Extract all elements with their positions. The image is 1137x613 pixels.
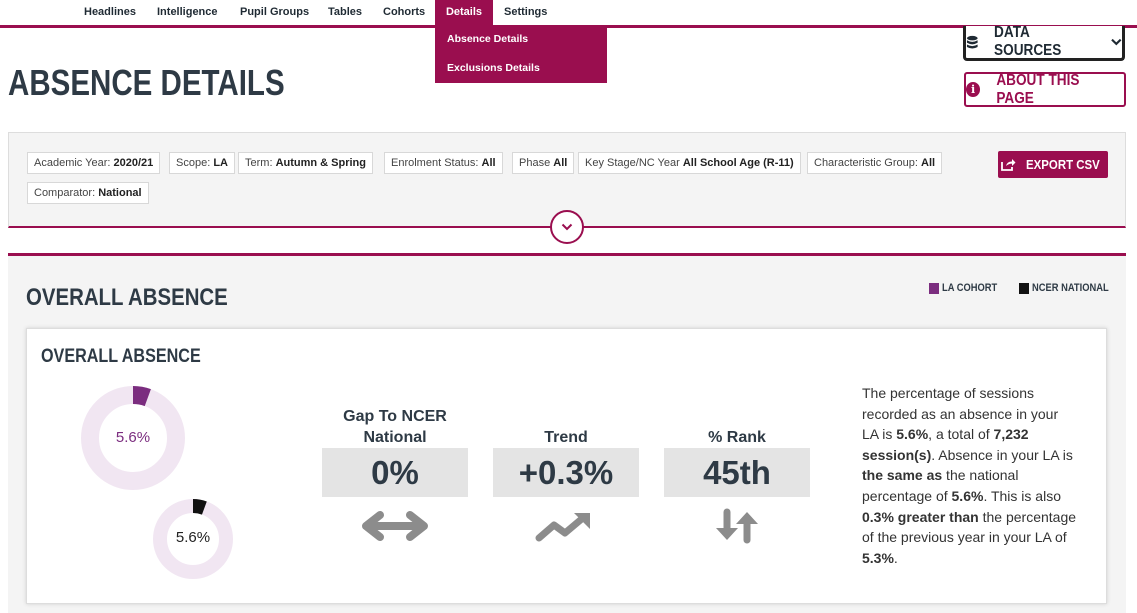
overall-absence-section: OVERALL ABSENCE LA COHORT NCER NATIONAL … <box>8 253 1126 613</box>
donut-arc <box>132 386 151 407</box>
card-title: OVERALL ABSENCE <box>41 346 201 367</box>
metric-trend: Trend +0.3% <box>493 427 639 549</box>
filter-chip-academic-year[interactable]: Academic Year: 2020/21 <box>27 152 161 174</box>
filter-chip-term[interactable]: Term: Autumn & Spring <box>238 152 373 174</box>
top-nav: Headlines Intelligence Pupil Groups Tabl… <box>0 0 1137 28</box>
trending-up-icon <box>535 513 590 542</box>
database-icon <box>966 35 978 49</box>
metric-gap-label-2: National <box>363 429 427 446</box>
chevron-down-icon <box>561 223 573 231</box>
metric-gap-value: 0% <box>322 448 468 497</box>
details-dropdown-menu: Absence Details Exclusions Details <box>435 25 607 83</box>
legend-swatch-la <box>929 282 939 294</box>
nav-settings[interactable]: Settings <box>498 0 553 25</box>
menu-item-absence-details[interactable]: Absence Details <box>447 33 528 45</box>
legend-swatch-national <box>1019 282 1029 294</box>
page-title: ABSENCE DETAILS <box>8 62 285 103</box>
export-csv-button[interactable]: EXPORT CSV <box>998 151 1108 178</box>
export-icon <box>1001 159 1016 171</box>
nav-pupil-groups[interactable]: Pupil Groups <box>234 0 315 25</box>
filter-chip-comparator[interactable]: Comparator: National <box>27 182 149 204</box>
section-title: OVERALL ABSENCE <box>26 284 228 311</box>
about-label: ABOUT THIS PAGE <box>996 71 1080 107</box>
collapse-filters-button[interactable] <box>550 210 584 244</box>
info-icon: i <box>966 82 981 97</box>
nav-intelligence[interactable]: Intelligence <box>151 0 224 25</box>
filter-chip-key-stage[interactable]: Key Stage/NC Year All School Age (R-11) <box>578 152 801 174</box>
metric-gap-label-1: Gap To NCER <box>343 408 447 425</box>
nav-tables[interactable]: Tables <box>322 0 368 25</box>
legend-ncer-national: NCER NATIONAL <box>1019 282 1122 294</box>
data-sources-button[interactable]: DATA SOURCES <box>963 24 1125 61</box>
metric-rank: % Rank 45th <box>664 427 810 549</box>
donut-arc <box>192 499 207 515</box>
up-down-arrows-icon <box>716 508 758 544</box>
la-cohort-donut-value: 5.6% <box>115 429 151 446</box>
metric-rank-value: 45th <box>664 448 810 497</box>
left-right-arrow-icon <box>362 511 428 541</box>
export-csv-label: EXPORT CSV <box>1026 157 1100 172</box>
overall-absence-card: OVERALL ABSENCE 5.6% 5.6% Gap To NCER Na… <box>26 328 1107 604</box>
menu-item-exclusions-details[interactable]: Exclusions Details <box>447 62 540 74</box>
metric-trend-label: Trend <box>544 429 588 446</box>
data-sources-label: DATA SOURCES <box>993 24 1061 59</box>
metric-trend-value: +0.3% <box>493 448 639 497</box>
metric-gap: Gap To NCER National 0% <box>322 406 468 549</box>
filter-chip-phase[interactable]: Phase All <box>512 152 575 174</box>
filter-chip-enrolment-status[interactable]: Enrolment Status: All <box>384 152 503 174</box>
legend-la-cohort: LA COHORT <box>929 282 1007 294</box>
nav-cohorts[interactable]: Cohorts <box>377 0 431 25</box>
absence-description: The percentage of sessions recorded as a… <box>862 385 1077 566</box>
nav-headlines[interactable]: Headlines <box>78 0 142 25</box>
filter-chip-scope[interactable]: Scope: LA <box>169 152 235 174</box>
national-donut-value: 5.6% <box>175 529 211 546</box>
filter-chip-characteristic-group[interactable]: Characteristic Group: All <box>807 152 943 174</box>
metric-rank-label: % Rank <box>708 429 766 446</box>
nav-details[interactable]: Details <box>435 0 493 25</box>
about-this-page-button[interactable]: i ABOUT THIS PAGE <box>964 72 1126 107</box>
chevron-down-icon <box>1111 38 1122 46</box>
